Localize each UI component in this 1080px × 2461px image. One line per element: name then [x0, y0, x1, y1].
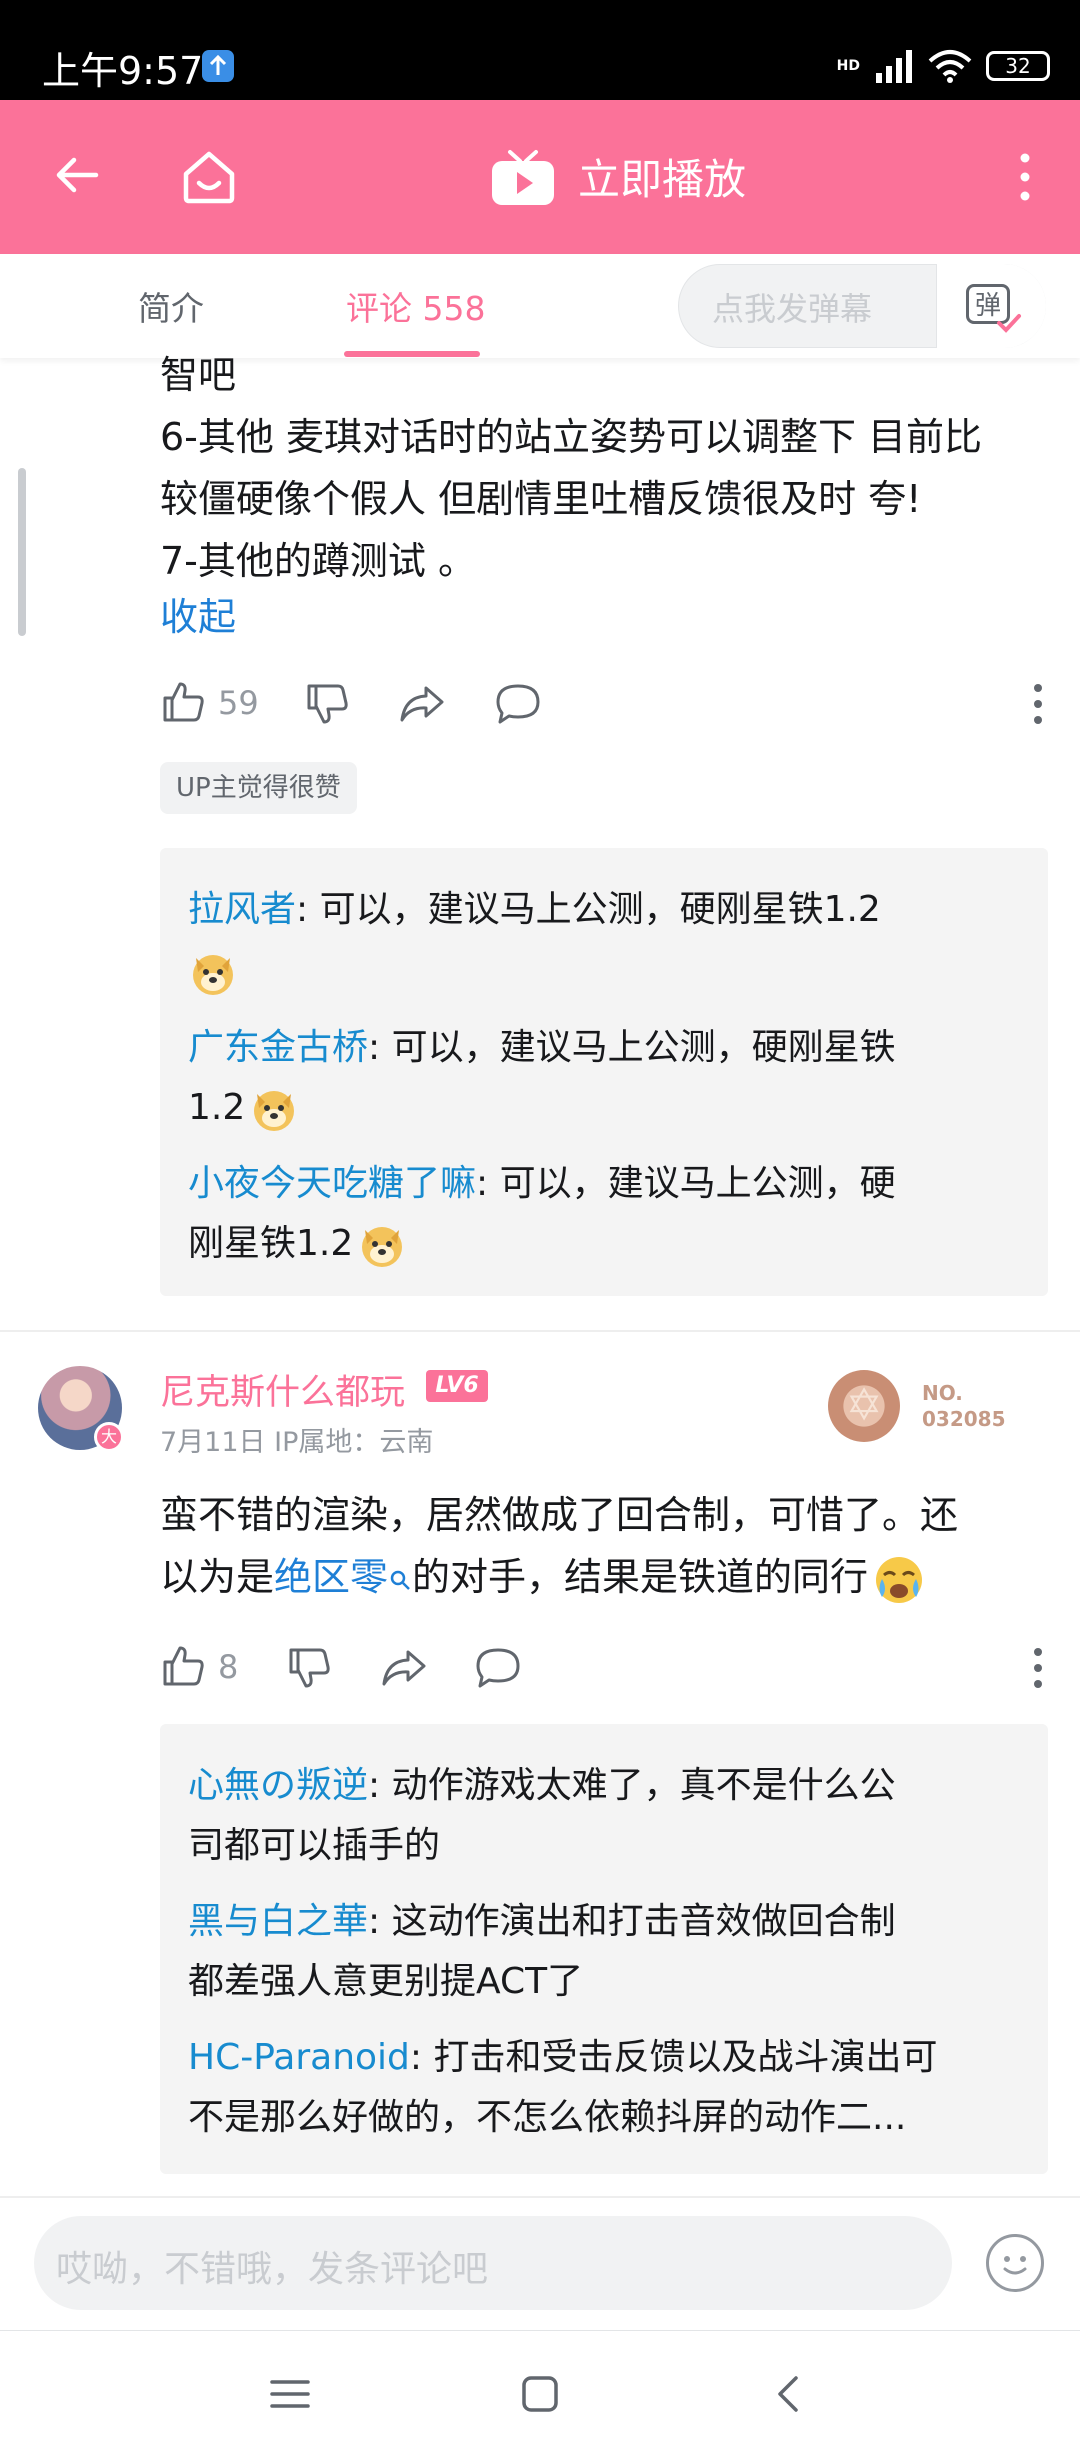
tab-intro[interactable]: 简介	[138, 282, 204, 330]
reply-username[interactable]: 拉风者	[188, 889, 296, 930]
vip-badge-icon: 大	[94, 1422, 124, 1452]
reply-item[interactable]: 广东金古桥: 可以，建议马上公测，硬刚星铁 1.2	[188, 1018, 1028, 1140]
reply-username[interactable]: HC-Paranoid	[188, 2037, 410, 2078]
danmaku-placeholder: 点我发弹幕	[712, 290, 873, 328]
comment-line: 7-其他的蹲测试 。	[160, 539, 476, 583]
home-nav-icon[interactable]	[516, 2370, 564, 2418]
medal-star-icon: ✡	[845, 1380, 883, 1431]
search-icon[interactable]	[388, 1568, 412, 1592]
tv-play-icon[interactable]	[490, 148, 556, 208]
reply-text: : 可以，建议马上公测，硬	[476, 1163, 896, 1204]
comment-line: 以为是绝区零 的对手，结果是铁道的同行	[160, 1546, 1060, 1608]
reply-icon[interactable]	[474, 1644, 522, 1692]
reply-item[interactable]: 黑与白之華: 这动作演出和打击音效做回合制 都差强人意更别提ACT了	[188, 1892, 1028, 2012]
comment-meta: 7月11日 IP属地：云南	[160, 1427, 434, 1458]
reply-text: 司都可以插手的	[188, 1825, 441, 1866]
share-icon[interactable]	[380, 1644, 428, 1692]
reply-username[interactable]: 广东金古桥	[188, 1027, 368, 1068]
scrollbar[interactable]	[18, 468, 26, 636]
doge-emoji-icon	[193, 955, 233, 995]
reply-username[interactable]: 小夜今天吃糖了嘛	[188, 1163, 476, 1204]
reply-item[interactable]: 拉风者: 可以，建议马上公测，硬刚星铁1.2	[188, 880, 1028, 1002]
reply-text: : 这动作演出和打击音效做回合制	[368, 1901, 896, 1942]
reply-item[interactable]: HC-Paranoid: 打击和受击反馈以及战斗演出可 不是那么好做的，不怎么依…	[188, 2028, 1028, 2148]
reply-item[interactable]: 心無の叛逆: 动作游戏太难了，真不是什么公 司都可以插手的	[188, 1756, 1028, 1876]
doge-emoji-icon	[362, 1227, 403, 1267]
dislike-icon[interactable]	[304, 680, 352, 728]
share-icon[interactable]	[398, 680, 446, 728]
like-count: 8	[218, 1648, 239, 1686]
danmaku-check-icon	[997, 314, 1021, 333]
like-icon[interactable]	[160, 678, 208, 726]
reply-text: : 可以，建议马上公测，硬刚星铁	[368, 1027, 896, 1068]
like-icon[interactable]	[160, 1642, 208, 1690]
comment-line: 蛮不错的渲染，居然做成了回合制，可惜了。还	[160, 1493, 959, 1537]
emoji-icon[interactable]	[986, 2234, 1044, 2292]
collapse-link[interactable]: 收起	[160, 586, 236, 641]
reply-item[interactable]: 小夜今天吃糖了嘛: 可以，建议马上公测，硬 刚星铁1.2	[188, 1154, 1028, 1276]
comment-actions: 59	[160, 676, 1060, 732]
divider	[0, 1330, 1080, 1332]
reply-text: : 可以，建议马上公测，硬刚星铁1.2	[296, 889, 881, 930]
back-arrow-icon[interactable]	[52, 150, 102, 200]
reply-icon[interactable]	[494, 680, 542, 728]
like-count: 59	[218, 684, 259, 722]
level-badge: LV6	[426, 1370, 488, 1402]
reply-text: 1.2	[188, 1087, 246, 1128]
dislike-icon[interactable]	[286, 1644, 334, 1692]
signal-icon	[876, 50, 912, 83]
battery-icon: 32	[986, 51, 1050, 81]
network-type: HD	[836, 58, 860, 74]
comment-more-icon[interactable]	[1024, 682, 1052, 726]
wifi-icon	[928, 50, 972, 83]
comment-actions: 8	[160, 1640, 1060, 1696]
reply-username[interactable]: 心無の叛逆	[188, 1765, 368, 1806]
reply-text: : 打击和受击反馈以及战斗演出可	[409, 2037, 938, 2078]
comment-username[interactable]: 尼克斯什么都玩	[160, 1364, 405, 1415]
doge-emoji-icon	[254, 1091, 295, 1131]
comment-line: 6-其他 麦琪对话时的站立姿势可以调整下 目前比	[160, 415, 983, 459]
comment-body: 蛮不错的渲染，居然做成了回合制，可惜了。还 以为是绝区零 的对手，结果是铁道的同行	[160, 1484, 1060, 1608]
reply-text: 不是那么好做的，不怎么依赖抖屏的动作二...	[188, 2097, 907, 2138]
menu-icon[interactable]	[266, 2370, 314, 2418]
play-now-button[interactable]: 立即播放	[578, 146, 746, 207]
reply-text: : 动作游戏太难了，真不是什么公	[368, 1765, 896, 1806]
notification-icon	[202, 50, 234, 82]
fan-number: NO. 032085	[922, 1381, 1006, 1431]
comment-line: 较僵硬像个假人 但剧情里吐槽反馈很及时 夸!	[160, 477, 922, 521]
comment-more-icon[interactable]	[1024, 1646, 1052, 1690]
up-liked-badge: UP主觉得很赞	[160, 762, 357, 814]
tab-comments[interactable]: 评论 558	[346, 282, 485, 330]
crying-emoji-icon	[876, 1556, 923, 1603]
reply-text: 刚星铁1.2	[188, 1223, 354, 1264]
back-nav-icon[interactable]	[766, 2370, 814, 2418]
home-icon[interactable]	[180, 148, 238, 206]
comment-input-placeholder: 哎呦，不错哦，发条评论吧	[56, 2249, 489, 2290]
comment-line: 智吧	[160, 353, 237, 397]
comment-body: 智吧 6-其他 麦琪对话时的站立姿势可以调整下 目前比 较僵硬像个假人 但剧情里…	[160, 344, 1060, 592]
more-options-icon[interactable]	[1010, 150, 1040, 204]
status-time: 上午9:57	[42, 49, 204, 93]
reply-username[interactable]: 黑与白之華	[188, 1901, 368, 1942]
search-link[interactable]: 绝区零	[274, 1555, 388, 1599]
status-icons: HD 32	[837, 46, 1050, 86]
reply-text: 都差强人意更别提ACT了	[188, 1961, 584, 2002]
